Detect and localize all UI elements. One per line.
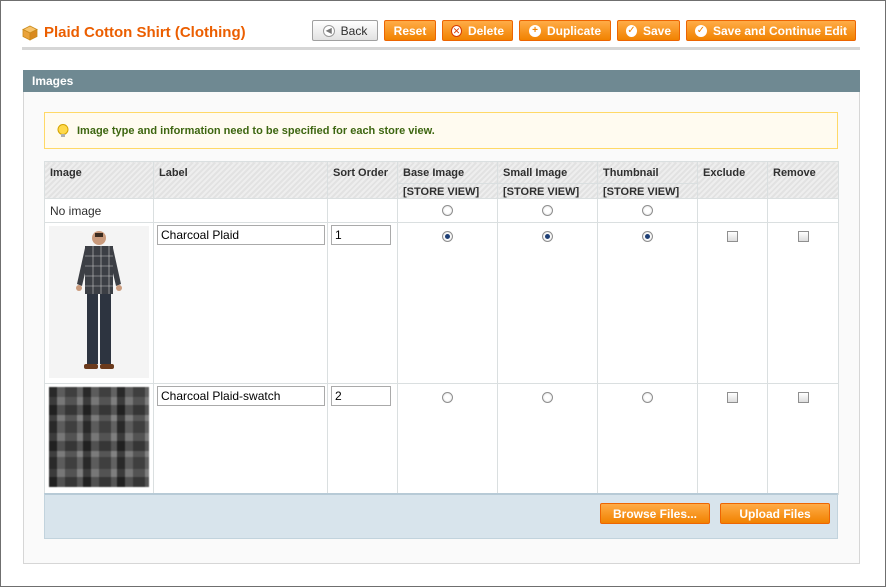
col-thumbnail-title: Thumbnail — [603, 167, 659, 179]
base-image-radio[interactable] — [442, 392, 453, 403]
swatch-photo — [49, 387, 149, 487]
product-photo — [49, 226, 149, 378]
empty-cell — [767, 198, 839, 223]
col-base-image-title: Base Image — [403, 167, 465, 179]
title-divider — [22, 47, 860, 50]
remove-cell — [767, 383, 839, 495]
col-label: Label — [153, 161, 328, 199]
no-image-small-radio[interactable] — [542, 205, 553, 216]
base-image-cell — [397, 383, 498, 495]
save-continue-button[interactable]: ✓ Save and Continue Edit — [686, 20, 856, 41]
small-image-cell — [497, 222, 598, 384]
check-icon: ✓ — [626, 24, 637, 37]
page-title-text: Plaid Cotton Shirt (Clothing) — [44, 24, 246, 41]
base-image-cell — [397, 222, 498, 384]
col-base-image-scope: [STORE VIEW] — [398, 183, 497, 198]
reset-button-label: Reset — [393, 23, 427, 38]
delete-x-icon: ✕ — [451, 24, 462, 37]
save-button[interactable]: ✓ Save — [617, 20, 680, 41]
table-row-no-image: No image — [44, 198, 839, 223]
product-box-icon — [22, 25, 38, 41]
no-image-base-radio[interactable] — [442, 205, 453, 216]
col-thumbnail: Thumbnail [STORE VIEW] — [597, 161, 698, 199]
exclude-cell — [697, 222, 768, 384]
back-button-label: Back — [340, 23, 368, 38]
col-exclude: Exclude — [697, 161, 768, 199]
small-image-radio[interactable] — [542, 392, 553, 403]
duplicate-button-label: Duplicate — [546, 23, 601, 38]
label-input[interactable] — [157, 225, 325, 245]
thumbnail-cell — [597, 222, 698, 384]
lightbulb-icon — [57, 123, 69, 137]
save-continue-button-label: Save and Continue Edit — [712, 23, 847, 38]
duplicate-button[interactable]: + Duplicate — [519, 20, 611, 41]
small-image-cell — [497, 383, 598, 495]
no-image-label: No image — [44, 198, 154, 223]
empty-cell — [327, 198, 398, 223]
label-cell — [153, 383, 328, 495]
col-image: Image — [44, 161, 154, 199]
thumbnail-radio[interactable] — [642, 231, 653, 242]
no-image-thumb-cell — [597, 198, 698, 223]
notice-text: Image type and information need to be sp… — [77, 124, 435, 137]
thumbnail-cell — [597, 383, 698, 495]
reset-button[interactable]: Reset — [384, 20, 436, 41]
empty-cell — [153, 198, 328, 223]
remove-checkbox[interactable] — [797, 231, 809, 242]
images-grid: Image Label Sort Order Base Image [STORE… — [44, 161, 839, 495]
exclude-cell — [697, 383, 768, 495]
notice-message: Image type and information need to be sp… — [44, 112, 838, 149]
thumbnail-radio[interactable] — [642, 392, 653, 403]
exclude-checkbox[interactable] — [727, 392, 738, 403]
base-image-radio[interactable] — [442, 231, 453, 242]
sort-order-input[interactable] — [331, 386, 391, 406]
small-image-radio[interactable] — [542, 231, 553, 242]
no-image-small-cell — [497, 198, 598, 223]
upload-footer: Browse Files... Upload Files — [44, 493, 838, 539]
sort-order-cell — [327, 383, 398, 495]
label-input[interactable] — [157, 386, 325, 406]
image-cell — [44, 222, 154, 384]
label-cell — [153, 222, 328, 384]
page-title: Plaid Cotton Shirt (Clothing) — [22, 24, 246, 41]
save-button-label: Save — [642, 23, 671, 38]
no-image-thumb-radio[interactable] — [642, 205, 653, 216]
col-small-image: Small Image [STORE VIEW] — [497, 161, 598, 199]
remove-cell — [767, 222, 839, 384]
remove-checkbox[interactable] — [797, 392, 809, 403]
exclude-checkbox[interactable] — [727, 231, 738, 242]
col-remove: Remove — [767, 161, 839, 199]
empty-cell — [697, 198, 768, 223]
col-thumbnail-scope: [STORE VIEW] — [598, 183, 697, 198]
check-icon: ✓ — [695, 24, 707, 37]
upload-files-button[interactable]: Upload Files — [720, 503, 830, 524]
back-arrow-icon: ◀ — [322, 24, 335, 37]
delete-button[interactable]: ✕ Delete — [442, 20, 513, 41]
col-small-image-title: Small Image — [503, 167, 568, 179]
browse-files-button[interactable]: Browse Files... — [600, 503, 710, 524]
delete-button-label: Delete — [467, 23, 504, 38]
image-cell — [44, 383, 154, 495]
col-sort-order: Sort Order — [327, 161, 398, 199]
col-small-image-scope: [STORE VIEW] — [498, 183, 597, 198]
grid-header-row: Image Label Sort Order Base Image [STORE… — [44, 161, 839, 199]
no-image-base-cell — [397, 198, 498, 223]
table-row — [44, 383, 839, 495]
sort-order-input[interactable] — [331, 225, 391, 245]
table-row — [44, 222, 839, 384]
plus-icon: + — [528, 24, 541, 37]
images-section-header: Images — [23, 70, 860, 92]
sort-order-cell — [327, 222, 398, 384]
col-base-image: Base Image [STORE VIEW] — [397, 161, 498, 199]
person-photo-image — [49, 226, 149, 378]
toolbar: ◀ Back Reset ✕ Delete + Duplicate ✓ Save… — [312, 20, 856, 41]
back-button[interactable]: ◀ Back — [312, 20, 378, 41]
